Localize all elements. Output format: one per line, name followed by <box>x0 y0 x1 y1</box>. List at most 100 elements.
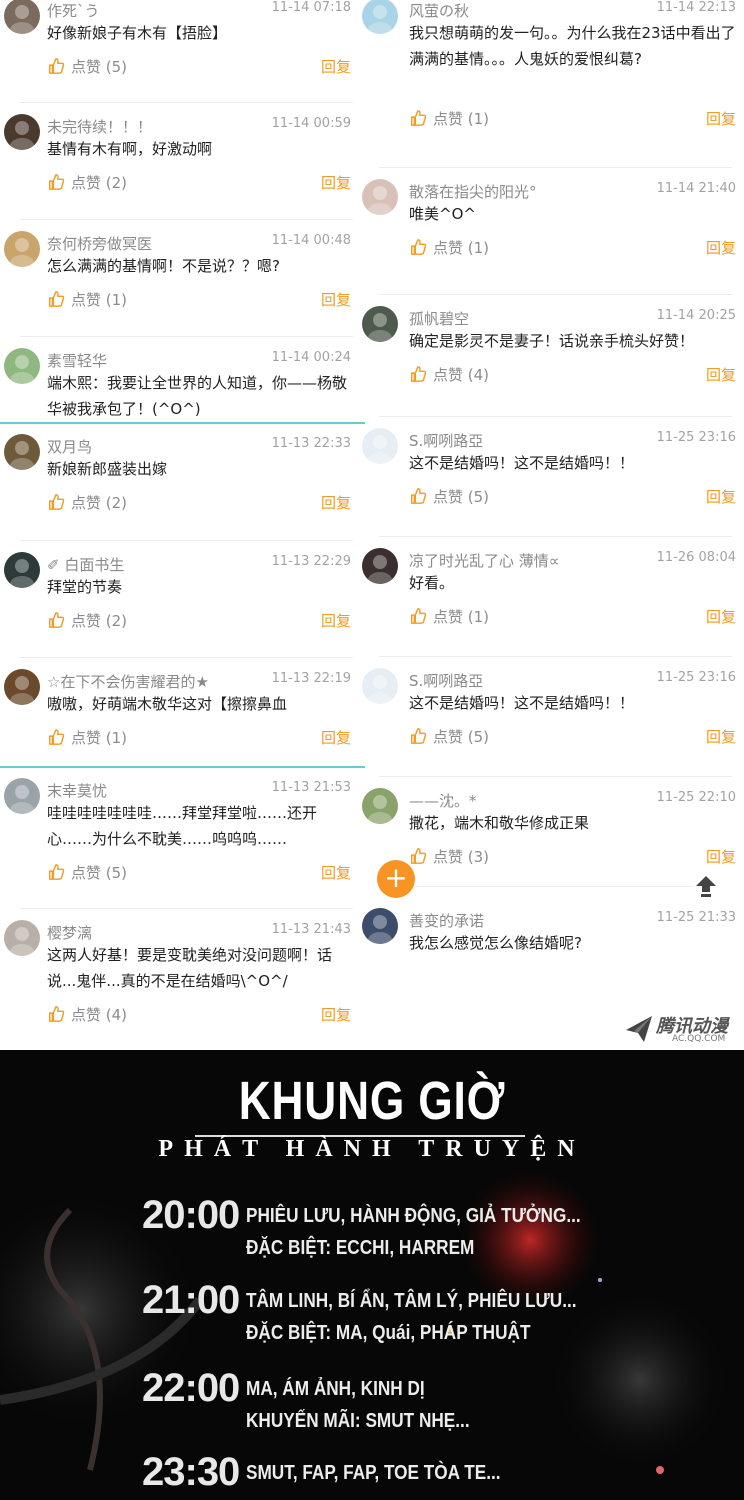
avatar[interactable] <box>4 114 40 150</box>
comment-item: 散落在指尖的阳光° 11-14 21:40 唯美^O^ 点赞 (1) 回复 <box>362 171 744 291</box>
comment-item: S.啊咧路亞 11-25 23:16 这不是结婚吗！这不是结婚吗！！ 点赞 (5) 回复 <box>362 660 744 780</box>
comment-text: 我怎么感觉怎么像结婚呢? <box>409 934 582 952</box>
reply-button[interactable]: 回复 <box>321 862 351 883</box>
like-count: 点赞 (1) <box>71 291 128 309</box>
commenter-name[interactable]: S.啊咧路亞 <box>409 430 483 451</box>
avatar[interactable] <box>362 179 398 215</box>
reply-button[interactable]: 回复 <box>321 1004 351 1025</box>
reply-button[interactable]: 回复 <box>706 726 736 747</box>
comment-item: 孤帆碧空 11-14 20:25 确定是影灵不是妻子！话说亲手梳头好赞！ 点赞 (4)… <box>362 298 744 418</box>
commenter-name[interactable]: 孤帆碧空 <box>409 308 469 329</box>
avatar[interactable] <box>362 0 398 34</box>
thumbs-up-icon <box>48 1006 65 1022</box>
avatar[interactable] <box>362 788 398 824</box>
thumbs-up-icon <box>410 366 427 382</box>
thumbs-up-icon <box>410 488 427 504</box>
reply-button[interactable]: 回复 <box>321 492 351 513</box>
reply-button[interactable]: 回复 <box>706 364 736 385</box>
avatar[interactable] <box>362 548 398 584</box>
scroll-top-icon[interactable] <box>694 874 718 898</box>
reply-button[interactable]: 回复 <box>706 237 736 258</box>
commenter-name[interactable]: 作死`う <box>47 0 100 21</box>
like-count: 点赞 (3) <box>433 848 490 866</box>
comment-time: 11-14 07:18 <box>271 0 351 15</box>
comment-item: 末幸莫忧 11-13 21:53 哇哇哇哇哇哇哇……拜堂拜堂啦……还开心……为什么不… <box>0 770 365 890</box>
like-count: 点赞 (5) <box>71 58 128 76</box>
slot-time: 20:00 <box>142 1193 240 1237</box>
thumbs-up-icon <box>48 864 65 880</box>
commenter-name[interactable]: ☆在下不会伤害耀君的★ <box>47 671 209 692</box>
avatar[interactable] <box>4 669 40 705</box>
like-button[interactable]: 点赞 (2) <box>47 172 127 193</box>
reply-button[interactable]: 回复 <box>706 606 736 627</box>
avatar[interactable] <box>362 908 398 944</box>
reply-button[interactable]: 回复 <box>706 846 736 867</box>
commenter-name[interactable]: 凉了时光乱了心 薄情∝ <box>409 550 559 571</box>
comment-screenshot: 作死`う 11-14 07:18 好像新娘子有木有【捂脸】 点赞 (5) 回复 未完待续！… <box>0 0 744 1050</box>
comment-divider <box>379 294 732 295</box>
add-comment-button[interactable]: + <box>377 860 415 898</box>
comment-text: 端木熙：我要让全世界的人知道，你——杨敬华被我承包了！(^O^) <box>47 374 348 418</box>
reply-button[interactable]: 回复 <box>321 56 351 77</box>
avatar[interactable] <box>362 428 398 464</box>
avatar[interactable] <box>4 920 40 956</box>
avatar[interactable] <box>4 552 40 588</box>
like-button[interactable]: 点赞 (5) <box>409 726 489 747</box>
like-button[interactable]: 点赞 (4) <box>409 364 489 385</box>
like-button[interactable]: 点赞 (2) <box>47 610 127 631</box>
reply-button[interactable]: 回复 <box>706 486 736 507</box>
like-button[interactable]: 点赞 (3) <box>409 846 489 867</box>
avatar[interactable] <box>4 231 40 267</box>
comment-item: 凉了时光乱了心 薄情∝ 11-26 08:04 好看。 点赞 (1) 回复 <box>362 540 744 660</box>
comment-time: 11-13 22:19 <box>271 671 351 686</box>
reply-button[interactable]: 回复 <box>321 172 351 193</box>
comment-item: S.啊咧路亞 11-25 23:16 这不是结婚吗！这不是结婚吗！！ 点赞 (5) 回复 <box>362 420 744 540</box>
avatar[interactable] <box>4 434 40 470</box>
commenter-name[interactable]: S.啊咧路亞 <box>409 670 483 691</box>
comment-text: 撒花，端木和敬华修成正果 <box>409 814 590 832</box>
like-button[interactable]: 点赞 (1) <box>409 606 489 627</box>
comment-item: 樱梦漓 11-13 21:43 这两人好基！要是变耽美绝对没问题啊！话说...鬼伴.… <box>0 912 365 1032</box>
commenter-name[interactable]: 未完待续！！！ <box>47 116 152 137</box>
comment-divider <box>379 776 732 777</box>
commenter-name[interactable]: 樱梦漓 <box>47 922 92 943</box>
reply-button[interactable]: 回复 <box>321 727 351 748</box>
commenter-name[interactable]: 素雪轻华 <box>47 350 107 371</box>
like-button[interactable]: 点赞 (1) <box>409 108 489 129</box>
like-button[interactable]: 点赞 (1) <box>409 237 489 258</box>
commenter-name[interactable]: 末幸莫忧 <box>47 780 107 801</box>
comment-divider <box>20 219 353 220</box>
comment-item: 风萤の秋 11-14 22:13 我只想萌萌的发一句。。为什么我在23话中看出了满满… <box>362 0 744 128</box>
commenter-name[interactable]: 散落在指尖的阳光° <box>409 181 537 202</box>
avatar[interactable] <box>4 348 40 384</box>
avatar[interactable] <box>4 778 40 814</box>
commenter-name[interactable]: 奈何桥旁做冥医 <box>47 233 152 254</box>
like-button[interactable]: 点赞 (1) <box>47 727 127 748</box>
like-button[interactable]: 点赞 (1) <box>47 289 127 310</box>
commenter-name[interactable]: 双月鸟 <box>47 436 92 457</box>
commenter-name[interactable]: ✐ 白面书生 <box>47 554 124 575</box>
avatar[interactable] <box>362 306 398 342</box>
reply-button[interactable]: 回复 <box>321 610 351 631</box>
slot-special: ĐẶC BIỆT: MA, Quái, PHÁP THUẬT <box>246 1322 531 1344</box>
like-button[interactable]: 点赞 (2) <box>47 492 127 513</box>
comment-time: 11-13 21:43 <box>271 922 351 937</box>
like-button[interactable]: 点赞 (5) <box>409 486 489 507</box>
comment-divider <box>20 540 353 541</box>
reply-button[interactable]: 回复 <box>706 108 736 129</box>
like-button[interactable]: 点赞 (5) <box>47 56 127 77</box>
commenter-name[interactable]: ——沈。* <box>409 790 477 811</box>
like-button[interactable]: 点赞 (4) <box>47 1004 127 1025</box>
comment-item: 作死`う 11-14 07:18 好像新娘子有木有【捂脸】 点赞 (5) 回复 <box>0 0 365 110</box>
like-count: 点赞 (2) <box>71 612 128 630</box>
slot-genres: MA, ÁM ẢNH, KINH DỊ <box>246 1378 425 1400</box>
commenter-name[interactable]: 风萤の秋 <box>409 0 469 21</box>
avatar[interactable] <box>4 0 40 34</box>
avatar[interactable] <box>362 668 398 704</box>
slot-genres: SMUT, FAP, FAP, TOE TÒA TE... <box>246 1462 501 1484</box>
like-button[interactable]: 点赞 (5) <box>47 862 127 883</box>
commenter-name[interactable]: 善变的承诺 <box>409 910 484 931</box>
reply-button[interactable]: 回复 <box>321 289 351 310</box>
thumbs-up-icon <box>410 608 427 624</box>
comment-divider <box>20 908 353 909</box>
